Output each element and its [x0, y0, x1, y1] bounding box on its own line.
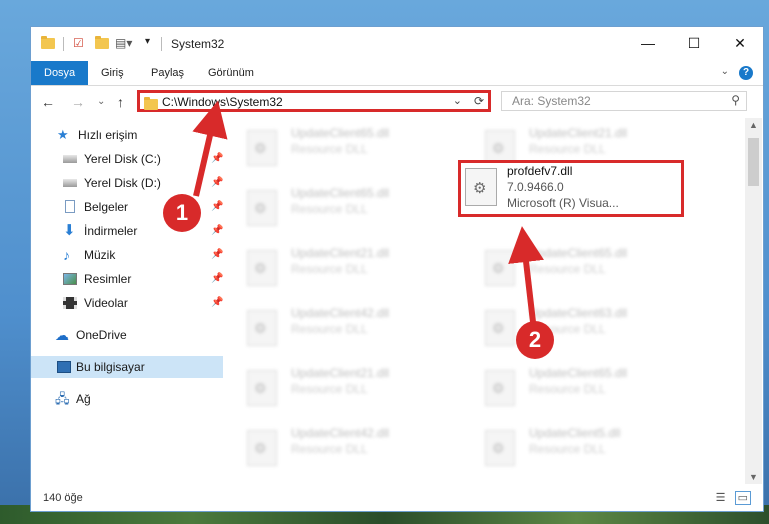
callout-badge-2: 2: [516, 321, 554, 359]
arrow-to-file: [508, 226, 544, 323]
callout-badge-1: 1: [163, 194, 201, 232]
arrow-to-address-bar: [192, 100, 228, 197]
annotation-arrows: [192, 100, 544, 323]
